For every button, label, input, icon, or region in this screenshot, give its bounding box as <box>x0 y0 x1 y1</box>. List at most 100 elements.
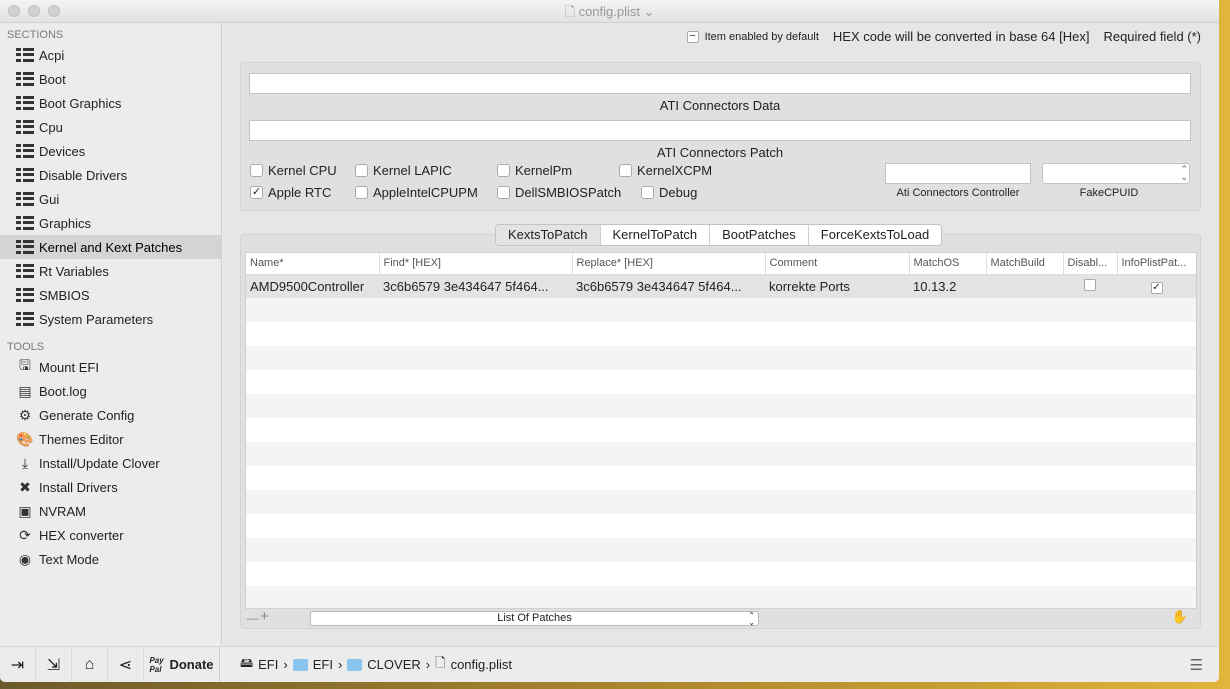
patches-table: Name* Find* [HEX] Replace* [HEX] Comment Mat… <box>245 252 1197 609</box>
palette-icon: 🎨 <box>16 430 34 447</box>
tool-install-update-clover[interactable]: ⤓ Install/Update Clover <box>0 451 221 475</box>
folder-icon <box>347 658 363 671</box>
empty-row <box>246 298 1196 322</box>
tool-nvram[interactable]: ▣ NVRAM <box>0 499 221 523</box>
list-of-patches-select[interactable]: List Of Patches ⌃ ⌄ <box>310 611 759 627</box>
sidebar-item-graphics[interactable]: Graphics <box>0 211 221 235</box>
tab-bootpatches[interactable]: BootPatches <box>710 225 809 245</box>
checkbox-box: ✓ <box>250 186 263 199</box>
column-header[interactable]: Comment <box>765 253 910 275</box>
checkbox-box <box>355 186 368 199</box>
sidebar-item-label: Boot <box>39 71 66 87</box>
sidebar-item-smbios[interactable]: SMBIOS <box>0 283 221 307</box>
menu-icon[interactable]: ☰ <box>1190 656 1203 674</box>
ati-connectors-data-field[interactable] <box>249 73 1191 94</box>
list-icon <box>16 95 34 111</box>
sidebar-item-disable-drivers[interactable]: Disable Drivers <box>0 163 221 187</box>
list-icon <box>16 239 34 255</box>
column-header[interactable]: InfoPlistPat... <box>1117 253 1196 275</box>
sidebar-item-devices[interactable]: Devices <box>0 139 221 163</box>
ati-connectors-patch-field[interactable] <box>249 120 1191 141</box>
empty-row <box>246 418 1196 442</box>
checkbox-kernel-cpu[interactable]: Kernel CPU <box>250 163 337 178</box>
document-icon: 🗋 <box>564 4 579 19</box>
sidebar-item-rt-variables[interactable]: Rt Variables <box>0 259 221 283</box>
tool-hex-converter[interactable]: ⟳ HEX converter <box>0 523 221 547</box>
disabled-checkbox[interactable] <box>1084 278 1096 291</box>
sidebar-item-gui[interactable]: Gui <box>0 187 221 211</box>
remove-row-button[interactable]: — <box>247 611 259 625</box>
checkbox-label: Apple RTC <box>268 185 332 200</box>
tab-kextstopatch[interactable]: KextsToPatch <box>496 225 601 245</box>
checkbox-kernel-lapic[interactable]: Kernel LAPIC <box>355 163 452 178</box>
path-item[interactable]: EFI <box>313 657 333 672</box>
export-icon[interactable]: ⇲ <box>36 646 72 682</box>
bottom-bar: ⇥ ⇲ ⌂ ⋖ Pay Pal Donate 🖴 EFI › EFI › CLOVER › 🗋 c… <box>0 646 1219 682</box>
tool-install-drivers[interactable]: ✖ Install Drivers <box>0 475 221 499</box>
cell-matchos[interactable]: 10.13.2 <box>909 274 986 298</box>
path-item[interactable]: config.plist <box>451 657 512 672</box>
ati-controller-field[interactable] <box>885 163 1031 184</box>
checkbox-kernelxcpm[interactable]: KernelXCPM <box>619 163 712 178</box>
cell-replace[interactable]: 3c6b6579 3e434647 5f464... <box>572 274 765 298</box>
tool-mount-efi[interactable]: 🖫 Mount EFI <box>0 355 221 379</box>
path-item[interactable]: EFI <box>258 657 278 672</box>
tool-generate-config[interactable]: ⚙ Generate Config <box>0 403 221 427</box>
sidebar-item-label: Devices <box>39 143 86 159</box>
empty-row <box>246 442 1196 466</box>
cell-name[interactable]: AMD9500Controller <box>246 274 379 298</box>
checkbox-appleintelcpupm[interactable]: AppleIntelCPUPM <box>355 185 478 200</box>
checkbox-dellsmbiospatch[interactable]: DellSMBIOSPatch <box>497 185 621 200</box>
column-header[interactable]: Replace* [HEX] <box>572 253 766 275</box>
folder-icon <box>292 658 308 671</box>
donate-button[interactable]: Pay Pal Donate <box>144 646 220 682</box>
drag-hand-icon[interactable]: ✋ <box>1172 609 1188 625</box>
checkbox-label: AppleIntelCPUPM <box>373 185 478 200</box>
sidebar-item-acpi[interactable]: Acpi <box>0 43 221 67</box>
checkbox-apple-rtc[interactable]: ✓ Apple RTC <box>250 185 331 200</box>
checkbox-box <box>497 186 510 199</box>
tool-themes-editor[interactable]: 🎨 Themes Editor <box>0 427 221 451</box>
column-header[interactable]: MatchOS <box>909 253 987 275</box>
list-icon <box>16 71 34 87</box>
tool-boot-log[interactable]: ▤ Boot.log <box>0 379 221 403</box>
tab-forcekextstoload[interactable]: ForceKextsToLoad <box>809 225 941 245</box>
empty-row <box>246 490 1196 514</box>
checkbox-kernelpm[interactable]: KernelPm <box>497 163 572 178</box>
empty-row <box>246 514 1196 538</box>
sidebar-item-boot[interactable]: Boot <box>0 67 221 91</box>
cell-comment[interactable]: korrekte Ports <box>765 274 909 298</box>
share-icon[interactable]: ⋖ <box>108 646 144 682</box>
required-note: Required field (*) <box>1103 29 1201 44</box>
add-row-button[interactable]: + <box>260 608 269 625</box>
tool-text-mode[interactable]: ◉ Text Mode <box>0 547 221 571</box>
checkbox-debug[interactable]: Debug <box>641 185 697 200</box>
infoplist-checkbox[interactable]: ✓ <box>1150 282 1163 295</box>
column-header[interactable]: Disabl... <box>1063 253 1118 275</box>
sidebar-item-kernel-and-kext-patches[interactable]: Kernel and Kext Patches <box>0 235 221 259</box>
chevron-down-icon[interactable]: ⌄ <box>644 4 655 19</box>
tab-kerneltopatch[interactable]: KernelToPatch <box>601 225 711 245</box>
close-button[interactable] <box>8 5 20 17</box>
zoom-button[interactable] <box>48 5 60 17</box>
cell-find[interactable]: 3c6b6579 3e434647 5f464... <box>379 274 572 298</box>
column-header[interactable]: MatchBuild <box>986 253 1064 275</box>
column-header[interactable]: Name* <box>246 253 380 275</box>
sidebar-item-system-parameters[interactable]: System Parameters <box>0 307 221 331</box>
sidebar-item-boot-graphics[interactable]: Boot Graphics <box>0 91 221 115</box>
path-item[interactable]: CLOVER <box>367 657 420 672</box>
minimize-button[interactable] <box>28 5 40 17</box>
table-row[interactable]: AMD9500Controller 3c6b6579 3e434647 5f464… <box>246 274 1196 298</box>
tool-label: Themes Editor <box>39 431 124 447</box>
empty-row <box>246 370 1196 394</box>
checkbox-label: Kernel CPU <box>268 163 337 178</box>
main-panel: – Item enabled by default HEX code will b… <box>223 23 1219 646</box>
stepper-icon[interactable]: ⌃ ⌄ <box>1180 165 1188 182</box>
home-icon[interactable]: ⌂ <box>72 646 108 682</box>
fakecpuid-field[interactable]: ⌃ ⌄ <box>1042 163 1190 184</box>
app-window: 🗋 config.plist ⌄ SECTIONS Acpi Boot Boot G… <box>0 0 1219 682</box>
login-icon[interactable]: ⇥ <box>0 646 36 682</box>
sidebar-item-cpu[interactable]: Cpu <box>0 115 221 139</box>
cell-matchbuild[interactable] <box>986 274 1063 298</box>
column-header[interactable]: Find* [HEX] <box>379 253 573 275</box>
